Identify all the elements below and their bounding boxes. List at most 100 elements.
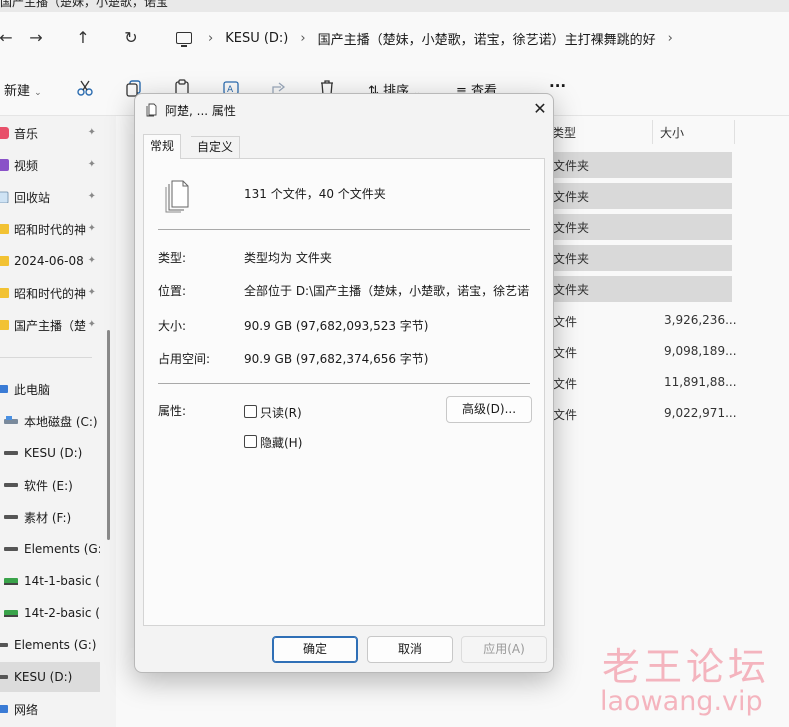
chevron-down-icon: ⌄	[34, 88, 42, 98]
file-count-summary: 131 个文件，40 个文件夹	[244, 187, 386, 201]
properties-dialog: 阿楚, ... 属性 ✕ 常规 自定义 131 个文件，40 个文件夹 类型: …	[134, 93, 554, 673]
breadcrumb-drive[interactable]: KESU (D:)	[225, 31, 288, 46]
disk-usage-value: 90.9 GB (97,682,374,656 字节)	[244, 352, 429, 366]
table-row[interactable]: 文件夹	[550, 276, 732, 302]
ok-button[interactable]: 确定	[272, 636, 358, 663]
pin-icon: ✦	[87, 255, 96, 266]
pin-icon: ✦	[87, 159, 96, 170]
sidebar-item-this-pc[interactable]: 此电脑	[0, 374, 100, 404]
table-row[interactable]: 文件夹	[550, 152, 732, 178]
sidebar-item-label: 回收站	[14, 190, 51, 205]
disk-usage-label: 占用空间:	[158, 352, 211, 366]
drive-icon	[4, 483, 18, 487]
back-arrow-icon[interactable]: ←	[0, 26, 18, 50]
sidebar-item-label: 音乐	[14, 126, 39, 141]
video-icon	[0, 159, 9, 171]
sidebar-item-folder[interactable]: 昭和时代的神 ✦	[0, 214, 100, 244]
readonly-label[interactable]: 只读(R)	[260, 404, 302, 421]
section-divider	[158, 383, 530, 384]
row-type: 文件夹	[553, 252, 590, 266]
dialog-title-bar[interactable]: 阿楚, ... 属性 ✕	[135, 94, 553, 126]
column-header-size[interactable]: 大小	[660, 124, 684, 141]
more-options-icon[interactable]: ···	[549, 77, 566, 95]
section-divider	[158, 229, 530, 230]
sidebar-item-drive-g2[interactable]: Elements (G:)	[0, 630, 100, 660]
folder-icon	[0, 288, 9, 298]
size-value: 90.9 GB (97,682,093,523 字节)	[244, 319, 429, 333]
sidebar-item-folder[interactable]: 国产主播（楚 ✦	[0, 310, 100, 340]
sidebar-item-drive-d[interactable]: KESU (D:)	[0, 438, 100, 468]
drive-icon	[0, 643, 8, 647]
sidebar-item-drive-f[interactable]: 素材 (F:)	[0, 502, 100, 532]
sidebar-item-folder[interactable]: 昭和时代的神 ✦	[0, 278, 100, 308]
new-button[interactable]: 新建 ⌄	[4, 80, 42, 99]
network-icon	[0, 705, 8, 713]
close-icon[interactable]: ✕	[529, 98, 551, 120]
this-pc-icon	[176, 32, 192, 47]
tab-general[interactable]: 常规	[143, 134, 182, 159]
sidebar-item-label: 此电脑	[14, 382, 51, 397]
table-row[interactable]: 文件夹	[550, 183, 732, 209]
sidebar-item-label: 网络	[14, 702, 39, 717]
row-size: 9,098,189...	[664, 344, 737, 358]
tab-custom[interactable]: 自定义	[191, 136, 241, 158]
row-size: 3,926,236...	[664, 313, 737, 327]
folder-icon	[0, 224, 9, 234]
breadcrumb[interactable]: › KESU (D:) › 国产主播（楚妹，小楚歌，诺宝，徐艺诺）主打裸舞跳的好…	[168, 24, 685, 52]
sidebar-item-drive-g[interactable]: Elements (G:)	[0, 534, 100, 564]
readonly-checkbox[interactable]	[244, 405, 257, 418]
drive-icon	[4, 451, 18, 455]
column-divider[interactable]	[652, 120, 653, 144]
breadcrumb-folder[interactable]: 国产主播（楚妹，小楚歌，诺宝，徐艺诺）主打裸舞跳的好	[318, 29, 656, 48]
sidebar-item-label: KESU (D:)	[14, 670, 73, 684]
navigation-pane: 音乐 ✦ 视频 ✦ 回收站 ✦ 昭和时代的神 ✦ 2024-06-08 ✦ 昭和…	[0, 116, 100, 727]
breadcrumb-chevron: ›	[667, 30, 673, 46]
sidebar-item-drive-e[interactable]: 软件 (E:)	[0, 470, 100, 500]
new-button-label: 新建	[4, 84, 31, 99]
sidebar-item-videos[interactable]: 视频 ✦	[0, 150, 100, 180]
watermark-url: laowang.vip	[600, 686, 763, 717]
general-tab-panel: 131 个文件，40 个文件夹 类型: 类型均为 文件夹 位置: 全部位于 D:…	[143, 158, 545, 626]
sidebar-item-folder[interactable]: 2024-06-08 ✦	[0, 246, 100, 276]
cut-icon[interactable]	[75, 78, 95, 98]
recycle-bin-icon	[0, 191, 9, 203]
table-row[interactable]: 文件夹	[550, 214, 732, 240]
pin-icon: ✦	[87, 191, 96, 202]
column-divider[interactable]	[734, 120, 735, 144]
sidebar-item-drive-d2[interactable]: KESU (D:)	[0, 662, 100, 692]
sidebar-item-label: Elements (G:)	[14, 638, 97, 652]
sidebar-item-drive-v1[interactable]: 14t-1-basic (V	[0, 566, 100, 596]
up-arrow-icon[interactable]: ↑	[71, 26, 95, 50]
hidden-checkbox[interactable]	[244, 435, 257, 448]
computer-icon	[0, 385, 8, 393]
cancel-button[interactable]: 取消	[367, 636, 453, 663]
sidebar-item-label: 本地磁盘 (C:)	[24, 414, 98, 429]
pin-icon: ✦	[87, 319, 96, 330]
sidebar-item-network[interactable]: 网络	[0, 694, 100, 724]
row-type: 文件夹	[553, 283, 590, 297]
row-size: 11,891,88...	[664, 375, 737, 389]
row-type: 文件	[553, 315, 578, 329]
refresh-icon[interactable]: ↻	[119, 26, 143, 50]
forward-arrow-icon[interactable]: →	[24, 26, 48, 50]
table-row[interactable]: 文件夹	[550, 245, 732, 271]
column-header-type[interactable]: 类型	[552, 124, 576, 141]
apply-button[interactable]: 应用(A)	[461, 636, 547, 663]
sidebar-item-label: 14t-2-basic (V	[24, 606, 100, 620]
sidebar-item-recycle-bin[interactable]: 回收站 ✦	[0, 182, 100, 212]
drive-icon	[0, 675, 8, 679]
sidebar-scrollbar[interactable]	[107, 330, 110, 540]
row-type: 文件夹	[553, 190, 590, 204]
sidebar-item-drive-c[interactable]: 本地磁盘 (C:)	[0, 406, 100, 436]
advanced-button[interactable]: 高级(D)...	[446, 396, 532, 423]
breadcrumb-chevron: ›	[208, 30, 214, 46]
hidden-label[interactable]: 隐藏(H)	[260, 434, 302, 451]
folder-icon	[0, 320, 9, 330]
sidebar-item-music[interactable]: 音乐 ✦	[0, 118, 100, 148]
sidebar-item-drive-v2[interactable]: 14t-2-basic (V	[0, 598, 100, 628]
sidebar-item-label: 素材 (F:)	[24, 510, 72, 525]
drive-icon	[4, 547, 18, 551]
sidebar-item-label: 视频	[14, 158, 39, 173]
sidebar-item-label: 昭和时代的神	[14, 222, 87, 237]
drive-icon	[4, 515, 18, 519]
